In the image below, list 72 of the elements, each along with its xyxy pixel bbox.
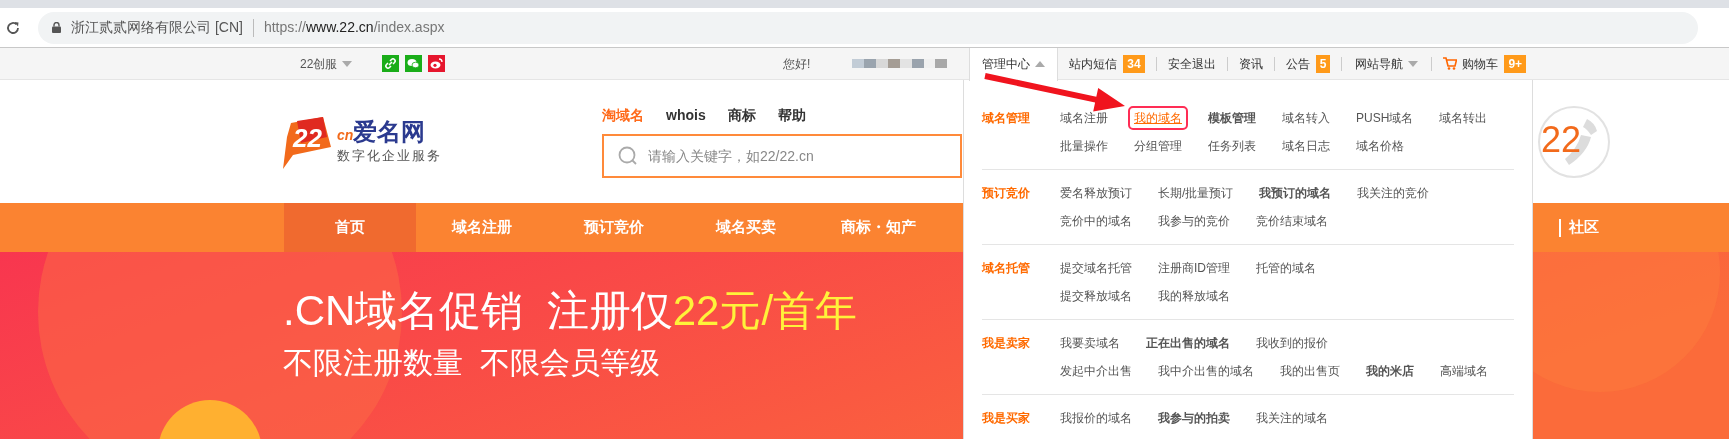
menu-item[interactable]: 注册商ID管理 [1158,256,1230,280]
search-field[interactable]: 请输入关键字，如22/22.cn [602,134,962,178]
menu-item[interactable]: 我关注的域名 [1256,406,1328,430]
search-tab[interactable]: 帮助 [777,105,806,126]
menu-item[interactable]: 我的释放域名 [1158,284,1230,308]
phone-icon [1537,104,1611,179]
menu-item[interactable]: 提交域名托管 [1060,256,1132,280]
section-title: 域名托管 [982,260,1031,277]
menu-item[interactable]: 我报价的域名 [1060,406,1132,430]
count-badge: 5 [1315,54,1331,73]
caret-down-icon [342,60,353,67]
hotline-number: 22 [1541,121,1582,158]
menu-item[interactable]: 我的米店 [1366,359,1414,383]
top-link[interactable]: 站内短信 [1069,54,1118,73]
menu-link[interactable]: 管理中心 [969,47,1059,81]
menu-item[interactable]: 托管的域名 [1256,256,1316,280]
lock-icon [52,22,61,33]
top-link[interactable]: 资讯 [1238,54,1263,73]
menu-item[interactable]: 我的出售页 [1280,359,1340,383]
link-icon[interactable] [382,55,400,72]
menu-item[interactable]: 高端域名 [1440,359,1488,383]
count-badge: 34 [1123,54,1145,73]
search-input[interactable]: 请输入关键字，如22/22.cn [648,145,938,167]
menu-item[interactable]: 我关注的竞价 [1357,181,1430,205]
menu-item[interactable]: 竞价结束域名 [1256,209,1328,233]
menu-item[interactable]: 域名注册 [1060,106,1108,130]
section-title: 预订竞价 [982,185,1031,202]
url-text: https://www.22.cn/index.aspx [263,18,445,37]
cart-icon [1443,57,1458,70]
menu-item[interactable]: 我要卖域名 [1060,331,1120,355]
caret-down-icon [1408,60,1419,67]
section-title: 域名管理 [982,110,1031,127]
caret-up-icon [1035,61,1046,67]
cart-link[interactable]: 购物车 [1462,54,1499,73]
menu-item[interactable]: 爱名释放预订 [1060,181,1132,205]
chat-icon[interactable] [405,55,423,72]
count-badge: 9+ [1504,54,1527,73]
search-tab[interactable]: 商标 [727,105,756,126]
menu-item[interactable]: 我参与的竞价 [1158,209,1230,233]
menu-item[interactable]: 我预订的域名 [1259,181,1332,205]
greeting: 您好! [783,55,811,73]
menu-item[interactable]: 模板管理 [1208,106,1256,130]
reload-icon[interactable] [6,20,20,35]
service-menu[interactable]: 22创服 [300,54,353,73]
menu-item[interactable]: 域名转出 [1439,106,1488,130]
menu-item[interactable]: 我参与的拍卖 [1158,406,1230,430]
menu-item[interactable]: 竞价中的域名 [1060,209,1132,233]
search-icon [618,146,638,166]
menu-item[interactable]: 正在出售的域名 [1146,331,1230,355]
menu-item[interactable]: 我收到的报价 [1256,331,1328,355]
search-tab[interactable]: whois [666,105,706,126]
top-link[interactable]: 安全退出 [1167,54,1216,73]
section-title: 我是买家 [982,410,1031,427]
menu-item[interactable]: 批量操作 [1060,134,1108,158]
menu-link[interactable]: 网站导航 [1353,47,1421,80]
hero-title: .CN域名促销 注册仅22元/首年 [283,290,858,332]
menu-item[interactable]: 发起中介出售 [1060,359,1132,383]
site-identity: 浙江贰贰网络有限公司 [CN] [71,18,243,37]
menu-item[interactable]: 我中介出售的域名 [1158,359,1254,383]
menu-item[interactable]: 分组管理 [1134,134,1182,158]
menu-item[interactable]: 提交释放域名 [1060,284,1132,308]
top-link[interactable]: 公告 [1285,54,1310,73]
site-logo[interactable]: 22 cn爱名网 数字化企业服务 [283,116,442,169]
menu-item[interactable]: 域名价格 [1356,134,1404,158]
address-bar[interactable]: 浙江贰贰网络有限公司 [CN] https://www.22.cn/index.aspx [38,11,1698,44]
menu-item[interactable]: 长期/批量预订 [1158,181,1234,205]
menu-item[interactable]: 任务列表 [1208,134,1256,158]
menu-item[interactable]: 域名日志 [1282,134,1330,158]
menu-item[interactable]: 域名转入 [1282,106,1330,130]
hero-subtitle: 不限注册数量 不限会员等级 [283,348,660,378]
menu-item[interactable]: PUSH域名 [1356,106,1414,130]
section-title: 我是卖家 [982,335,1031,352]
